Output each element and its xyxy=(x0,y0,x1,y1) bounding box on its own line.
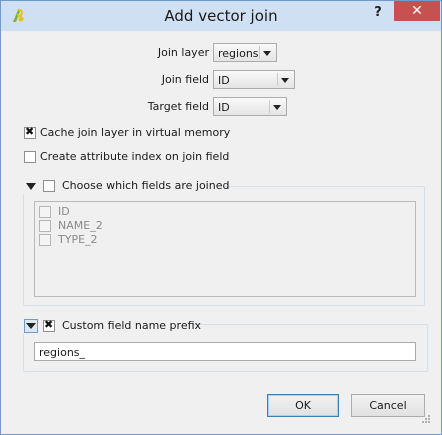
choose-fields-checkbox[interactable] xyxy=(43,180,55,192)
cache-join-layer-checkbox[interactable] xyxy=(24,125,36,139)
close-button[interactable]: ✕ xyxy=(394,1,440,21)
resize-grip-icon[interactable] xyxy=(421,414,431,424)
collapse-arrow-icon xyxy=(26,323,36,329)
custom-prefix-label: Custom field name prefix xyxy=(62,319,202,332)
chevron-down-icon xyxy=(273,105,281,110)
join-layer-value: regions xyxy=(218,47,259,60)
field-name: ID xyxy=(58,205,70,218)
prefix-input[interactable]: regions_ xyxy=(34,342,416,361)
join-layer-select[interactable]: regions xyxy=(213,43,277,62)
help-button[interactable]: ? xyxy=(367,5,389,23)
create-index-label: Create attribute index on join field xyxy=(40,150,230,163)
chevron-down-icon xyxy=(263,51,271,56)
collapse-toggle-button[interactable] xyxy=(24,319,38,333)
cache-join-layer-label: Cache join layer in virtual memory xyxy=(40,126,231,139)
combo-separator xyxy=(269,100,270,113)
target-field-value: ID xyxy=(218,101,230,114)
cancel-button[interactable]: Cancel xyxy=(351,394,425,417)
join-layer-label: Join layer xyxy=(157,46,209,59)
chevron-down-icon xyxy=(281,78,289,83)
collapse-arrow-icon[interactable] xyxy=(26,183,36,190)
field-name: NAME_2 xyxy=(58,219,103,232)
fields-group-header: Choose which fields are joined xyxy=(23,178,229,194)
combo-separator xyxy=(277,73,278,86)
join-field-select[interactable]: ID xyxy=(213,70,295,89)
choose-fields-label: Choose which fields are joined xyxy=(62,179,230,192)
target-field-label: Target field xyxy=(147,100,209,113)
field-checkbox[interactable] xyxy=(39,206,51,218)
title-bar: Add vector join ? ✕ xyxy=(1,1,441,31)
ok-button[interactable]: OK xyxy=(267,394,339,417)
field-checkbox[interactable] xyxy=(39,234,51,246)
join-field-label: Join field xyxy=(161,73,209,86)
field-checkbox[interactable] xyxy=(39,220,51,232)
combo-separator xyxy=(259,46,260,59)
add-vector-join-dialog: Add vector join ? ✕ Join layer regions J… xyxy=(0,0,442,435)
join-field-value: ID xyxy=(218,74,230,87)
prefix-group-header: Custom field name prefix xyxy=(23,318,201,334)
field-name: TYPE_2 xyxy=(58,233,98,246)
custom-prefix-checkbox[interactable] xyxy=(43,318,55,332)
dialog-body: Join layer regions Join field ID Target … xyxy=(9,31,433,426)
fields-list[interactable]: ID NAME_2 TYPE_2 xyxy=(34,201,416,297)
create-index-checkbox[interactable] xyxy=(24,151,36,163)
target-field-select[interactable]: ID xyxy=(213,97,287,116)
